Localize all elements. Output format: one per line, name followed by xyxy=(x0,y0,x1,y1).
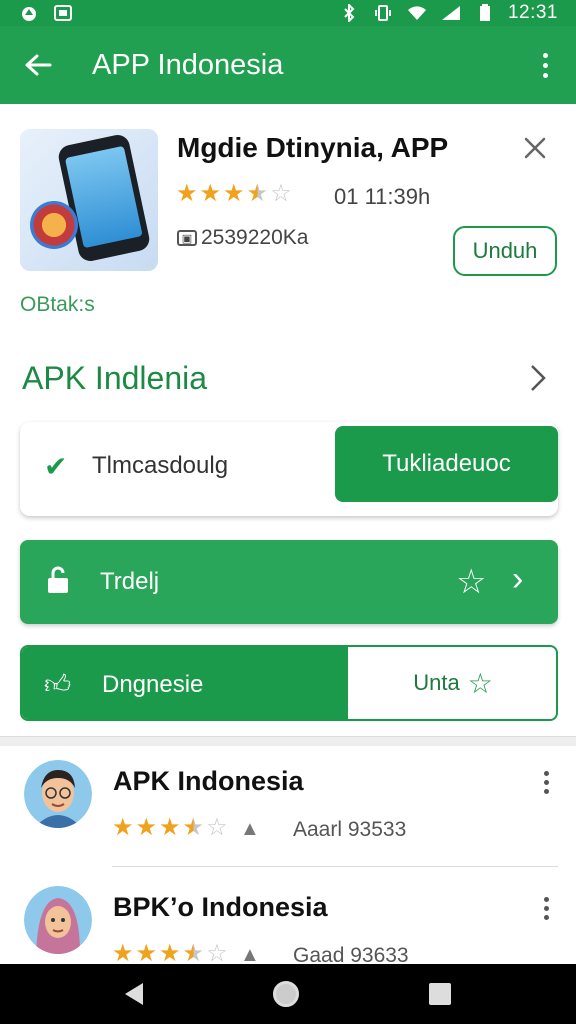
wifi-icon xyxy=(406,4,428,22)
phone-illustration xyxy=(56,132,152,264)
section-title: APK Indlenia xyxy=(22,360,208,396)
signal-icon xyxy=(440,4,462,22)
primary-action-button[interactable]: Tukliadeuoc xyxy=(335,426,558,502)
vibrate-icon xyxy=(372,4,394,22)
app-thumbnail xyxy=(20,129,158,271)
detail-row[interactable]: Trdelj ☆ › xyxy=(20,540,558,624)
back-button[interactable] xyxy=(16,43,60,87)
download-button[interactable]: Unduh xyxy=(453,226,557,276)
image-icon xyxy=(52,4,74,22)
app-version: 01 11:39h xyxy=(334,184,431,209)
check-icon: ✔ xyxy=(44,451,68,482)
more-vert-icon xyxy=(543,770,549,776)
system-nav-bar xyxy=(0,964,576,1024)
overflow-menu-button[interactable] xyxy=(530,43,560,87)
bluetooth-icon xyxy=(338,4,360,22)
download-count-icon: ▣ xyxy=(177,230,197,246)
nav-home-button[interactable] xyxy=(273,981,299,1007)
arrow-left-icon xyxy=(25,54,52,76)
app-size-icon: ▲ xyxy=(240,818,260,840)
more-vert-icon xyxy=(543,896,549,902)
verify-label: Tlmcasdoulg xyxy=(92,452,229,479)
app-bar: APP Indonesia xyxy=(0,26,576,104)
avatar xyxy=(24,886,92,954)
close-button[interactable] xyxy=(517,130,553,166)
star-outline-icon: ☆ xyxy=(467,667,493,699)
app-size-icon: ▲ xyxy=(240,944,260,966)
app-logo-badge xyxy=(30,201,78,249)
list-item-menu-button[interactable] xyxy=(534,764,558,800)
list-item-title: BPK’o Indonesia xyxy=(113,892,328,922)
list-item-rating-stars: ★ ★ ★ ★ ☆ xyxy=(112,814,228,841)
chevron-right-icon: › xyxy=(512,560,524,598)
nav-back-button[interactable] xyxy=(125,983,143,1005)
lock-icon xyxy=(48,566,68,593)
notification-icon xyxy=(18,4,40,22)
app-downloads: ▣ 2539220Ka xyxy=(177,226,308,250)
list-item-rating-stars: ★ ★ ★ ★ ☆ xyxy=(112,940,228,967)
star-empty-icon: ☆ xyxy=(270,180,292,207)
more-vert-icon xyxy=(542,52,548,58)
star-full-icon: ★ xyxy=(176,180,198,207)
toggle-row: 👍︎ Dngnesie Unta ☆ xyxy=(20,645,558,721)
list-item-menu-button[interactable] xyxy=(534,890,558,926)
favorite-star-icon[interactable]: ☆ xyxy=(456,562,486,602)
like-segment[interactable]: 👍︎ Dngnesie xyxy=(22,647,348,719)
section-open-button[interactable] xyxy=(522,358,554,398)
avatar xyxy=(24,760,92,828)
like-label: Dngnesie xyxy=(102,671,204,698)
star-full-icon: ★ xyxy=(223,180,245,207)
detail-label: Trdelj xyxy=(100,568,160,595)
app-name: Mgdie Dtinynia, APP xyxy=(177,132,449,163)
nav-recents-button[interactable] xyxy=(429,983,451,1005)
app-bar-title: APP Indonesia xyxy=(92,48,284,81)
list-item[interactable]: APK Indonesia ★ ★ ★ ★ ☆ ▲ Aaarl 93533 xyxy=(0,750,576,870)
list-item-meta: Aaarl 93533 xyxy=(293,818,407,841)
star-half-icon: ★ xyxy=(246,180,269,207)
rate-label: Unta xyxy=(413,670,460,695)
chevron-right-icon xyxy=(531,365,546,391)
status-bar: 12:31 xyxy=(0,0,576,26)
list-divider xyxy=(112,866,558,867)
list-item-title: APK Indonesia xyxy=(113,766,304,796)
star-full-icon: ★ xyxy=(199,180,222,207)
battery-icon xyxy=(474,4,496,22)
rate-segment[interactable]: Unta ☆ xyxy=(348,647,556,719)
status-time: 12:31 xyxy=(507,2,558,23)
verify-row: ✔ Tlmcasdoulg Tukliadeuoc xyxy=(20,422,558,516)
section-divider xyxy=(0,736,576,746)
app-rating-stars: ★ ★ ★ ★ ☆ xyxy=(176,182,292,206)
close-icon xyxy=(524,137,546,159)
download-count: 2539220Ka xyxy=(201,226,309,249)
app-tag: OBtak:s xyxy=(20,293,95,316)
thumbs-up-icon: 👍︎ xyxy=(44,669,72,699)
